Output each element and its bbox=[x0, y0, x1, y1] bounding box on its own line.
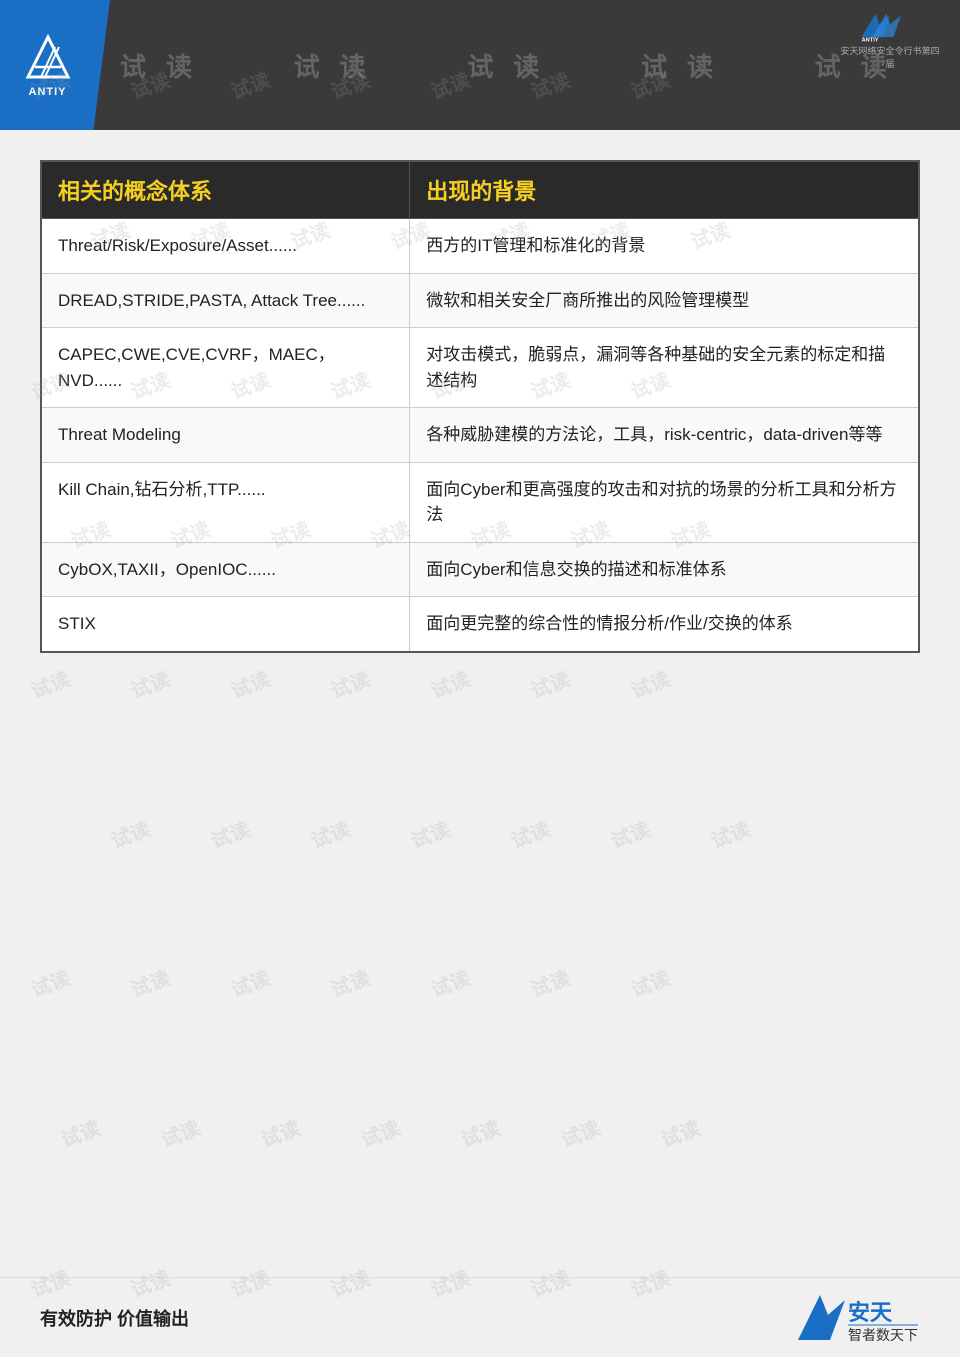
header-watermark: 试读 试读 试读 试读 试读 试读 试读 试读 bbox=[0, 0, 960, 130]
table-cell-concept: Kill Chain,钻石分析,TTP...... bbox=[41, 462, 410, 542]
svg-text:安天: 安天 bbox=[848, 1300, 893, 1325]
table-cell-concept: CybOX,TAXII，OpenIOC...... bbox=[41, 542, 410, 597]
footer-logo: 安天 智者数天下 bbox=[790, 1290, 920, 1345]
svg-text:智者数天下: 智者数天下 bbox=[848, 1327, 918, 1343]
table-row: Threat Modeling各种威胁建模的方法论，工具，risk-centri… bbox=[41, 408, 919, 463]
table-cell-background: 面向更完整的综合性的情报分析/作业/交换的体系 bbox=[410, 597, 919, 652]
footer-tagline: 有效防护 价值输出 bbox=[40, 1305, 189, 1331]
table-cell-background: 面向Cyber和更高强度的攻击和对抗的场景的分析工具和分析方法 bbox=[410, 462, 919, 542]
table-cell-concept: DREAD,STRIDE,PASTA, Attack Tree...... bbox=[41, 273, 410, 328]
table-row: STIX面向更完整的综合性的情报分析/作业/交换的体系 bbox=[41, 597, 919, 652]
table-row: Threat/Risk/Exposure/Asset......西方的IT管理和… bbox=[41, 219, 919, 274]
header-subtitle: 安天网络安全令行书第四届 bbox=[840, 44, 940, 70]
concepts-table: 相关的概念体系 出现的背景 Threat/Risk/Exposure/Asset… bbox=[40, 160, 920, 653]
table-cell-concept: CAPEC,CWE,CVE,CVRF，MAEC，NVD...... bbox=[41, 328, 410, 408]
table-cell-background: 西方的IT管理和标准化的背景 bbox=[410, 219, 919, 274]
table-cell-background: 微软和相关安全厂商所推出的风险管理模型 bbox=[410, 273, 919, 328]
table-header-col1: 相关的概念体系 bbox=[41, 161, 410, 219]
table-row: Kill Chain,钻石分析,TTP......面向Cyber和更高强度的攻击… bbox=[41, 462, 919, 542]
table-cell-background: 面向Cyber和信息交换的描述和标准体系 bbox=[410, 542, 919, 597]
table-cell-concept: Threat/Risk/Exposure/Asset...... bbox=[41, 219, 410, 274]
main-content: 相关的概念体系 出现的背景 Threat/Risk/Exposure/Asset… bbox=[0, 130, 960, 673]
table-header-col2: 出现的背景 bbox=[410, 161, 919, 219]
footer-logo-icon: 安天 智者数天下 bbox=[790, 1290, 920, 1345]
svg-text:ANTIY: ANTIY bbox=[862, 37, 879, 42]
table-row: DREAD,STRIDE,PASTA, Attack Tree......微软和… bbox=[41, 273, 919, 328]
footer: 有效防护 价值输出 安天 智者数天下 bbox=[0, 1277, 960, 1357]
table-cell-concept: STIX bbox=[41, 597, 410, 652]
header: ANTIY 试读 试读 试读 试读 试读 试读 试读 试读 ANTIY 安天网络… bbox=[0, 0, 960, 130]
right-logo-icon: ANTIY bbox=[845, 10, 935, 42]
table-cell-concept: Threat Modeling bbox=[41, 408, 410, 463]
table-cell-background: 对攻击模式，脆弱点，漏洞等各种基础的安全元素的标定和描述结构 bbox=[410, 328, 919, 408]
header-right-logo: ANTIY 安天网络安全令行书第四届 bbox=[840, 10, 940, 70]
table-row: CAPEC,CWE,CVE,CVRF，MAEC，NVD......对攻击模式，脆… bbox=[41, 328, 919, 408]
table-row: CybOX,TAXII，OpenIOC......面向Cyber和信息交换的描述… bbox=[41, 542, 919, 597]
table-cell-background: 各种威胁建模的方法论，工具，risk-centric，data-driven等等 bbox=[410, 408, 919, 463]
